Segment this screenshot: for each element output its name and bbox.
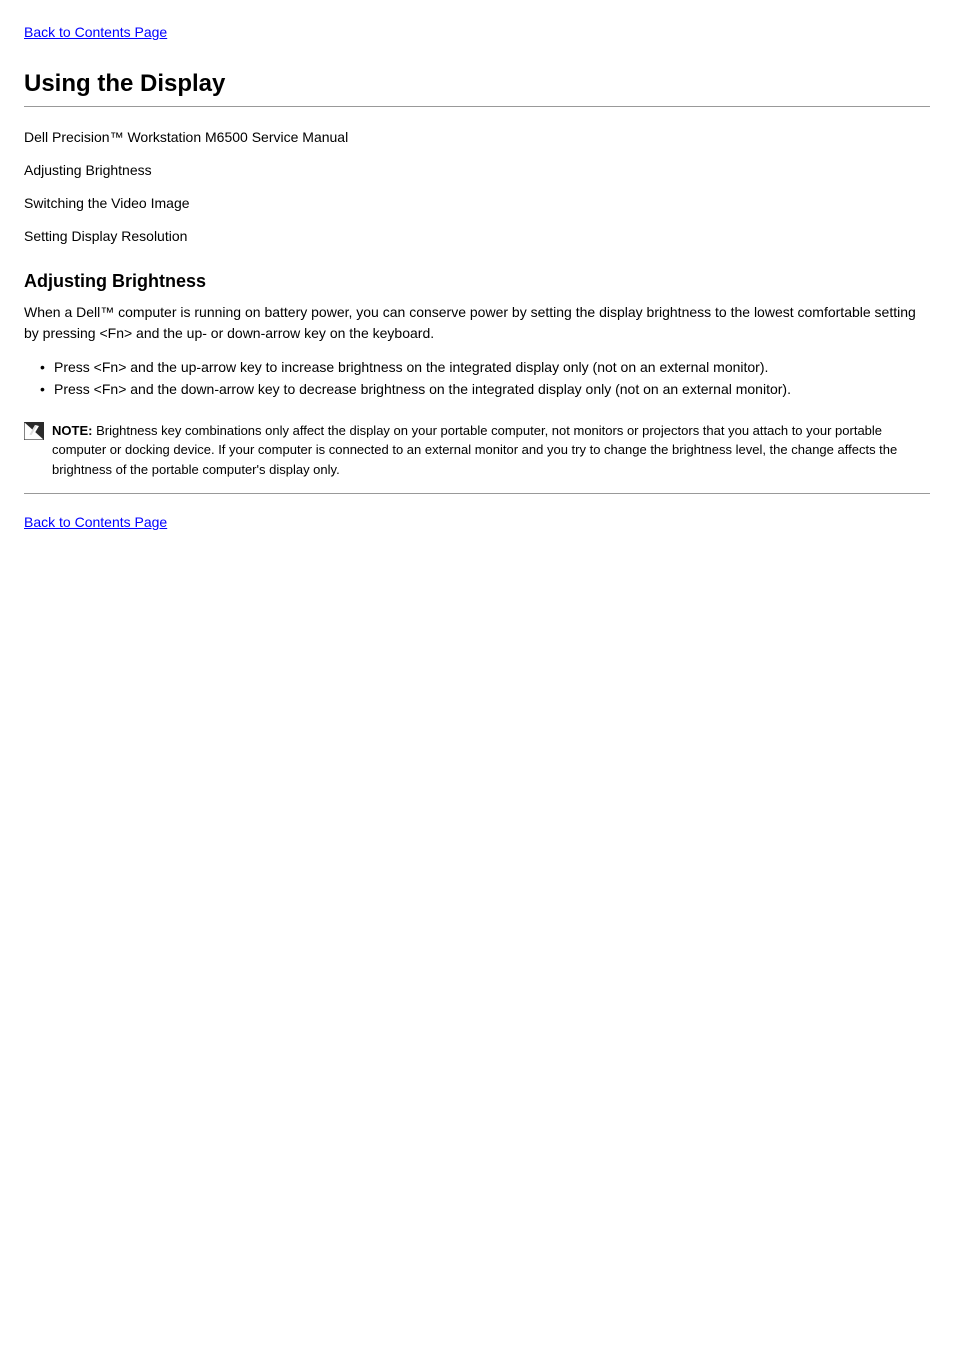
note-body: Brightness key combinations only affect … <box>52 423 897 477</box>
divider <box>24 493 930 494</box>
note-text: NOTE: Brightness key combinations only a… <box>52 421 930 480</box>
brightness-paragraph: When a Dell™ computer is running on batt… <box>24 302 930 344</box>
note-icon <box>24 422 44 440</box>
list-item: Press <Fn> and the up-arrow key to incre… <box>40 356 930 378</box>
topic-3: Setting Display Resolution <box>24 226 930 247</box>
manual-title-line: Dell Precision™ Workstation M6500 Servic… <box>24 127 930 148</box>
page-title: Using the Display <box>24 70 930 98</box>
brightness-list: Press <Fn> and the up-arrow key to incre… <box>24 356 930 401</box>
subheading-brightness: Adjusting Brightness <box>24 271 930 292</box>
topic-1: Adjusting Brightness <box>24 160 930 181</box>
list-item: Press <Fn> and the down-arrow key to dec… <box>40 378 930 400</box>
divider <box>24 106 930 107</box>
topic-2: Switching the Video Image <box>24 193 930 214</box>
back-link-top[interactable]: Back to Contents Page <box>24 24 167 40</box>
back-link-bottom[interactable]: Back to Contents Page <box>24 514 167 530</box>
note-label: NOTE: <box>52 423 92 438</box>
note-block: NOTE: Brightness key combinations only a… <box>24 421 930 480</box>
